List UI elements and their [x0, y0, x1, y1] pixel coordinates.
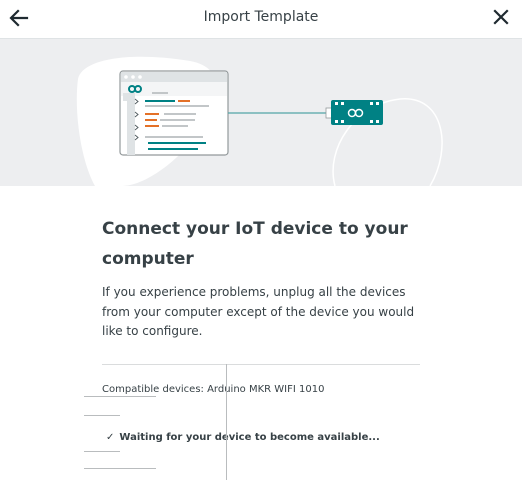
close-icon[interactable] [492, 8, 510, 26]
waiting-status: ✓ Waiting for your device to become avail… [106, 432, 380, 443]
section-heading: Connect your IoT device to your computer [102, 219, 408, 269]
section-description: If you experience problems, unplug all t… [102, 285, 415, 338]
divider [84, 451, 120, 452]
page-title: Import Template [203, 9, 319, 25]
hero-illustration [0, 39, 522, 186]
divider [102, 364, 420, 365]
check-icon: ✓ [106, 432, 115, 443]
divider [84, 415, 120, 416]
divider [84, 396, 156, 397]
editor-connected-to-board-illustration [76, 56, 443, 186]
compatible-devices-text: Compatible devices: Arduino MKR WIFI 101… [102, 384, 325, 395]
divider [226, 364, 227, 480]
waiting-label: Waiting for your device to become availa… [119, 432, 380, 443]
divider [84, 468, 156, 469]
header-bar: Import Template [0, 0, 522, 39]
